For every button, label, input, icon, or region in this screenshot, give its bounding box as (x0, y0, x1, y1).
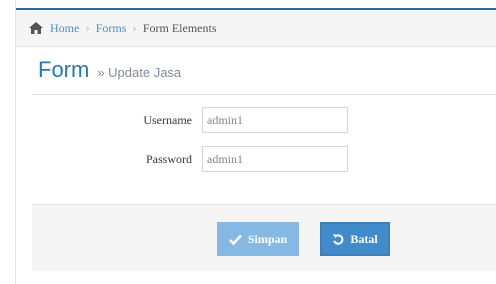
breadcrumb: Home › Forms › Form Elements (16, 10, 496, 47)
password-label: Password (145, 152, 192, 166)
page-title: Form (38, 57, 90, 82)
home-icon[interactable] (28, 21, 44, 35)
breadcrumb-home-link[interactable]: Home (50, 21, 79, 36)
cancel-button-label: Batal (350, 231, 378, 246)
username-input[interactable] (202, 107, 348, 133)
username-label: Username (143, 113, 192, 127)
undo-icon (333, 234, 344, 245)
page-subtitle: » Update Jasa (97, 65, 182, 80)
password-input[interactable] (202, 146, 348, 172)
save-button[interactable]: Simpan (217, 222, 299, 256)
cancel-button[interactable]: Batal (320, 222, 390, 256)
breadcrumb-forms-link[interactable]: Forms (96, 21, 127, 36)
breadcrumb-separator: › (132, 21, 137, 35)
username-row: Username (32, 107, 496, 135)
page-header: Form » Update Jasa (32, 46, 496, 95)
save-button-label: Simpan (247, 231, 288, 246)
password-row: Password (32, 146, 496, 174)
app-window: Home › Forms › Form Elements Form » Upda… (0, 0, 496, 284)
check-icon (228, 234, 242, 245)
top-bar (16, 0, 496, 10)
breadcrumb-separator: › (85, 21, 90, 35)
breadcrumb-current: Form Elements (142, 20, 217, 35)
form-actions: Simpan Batal (32, 204, 496, 271)
